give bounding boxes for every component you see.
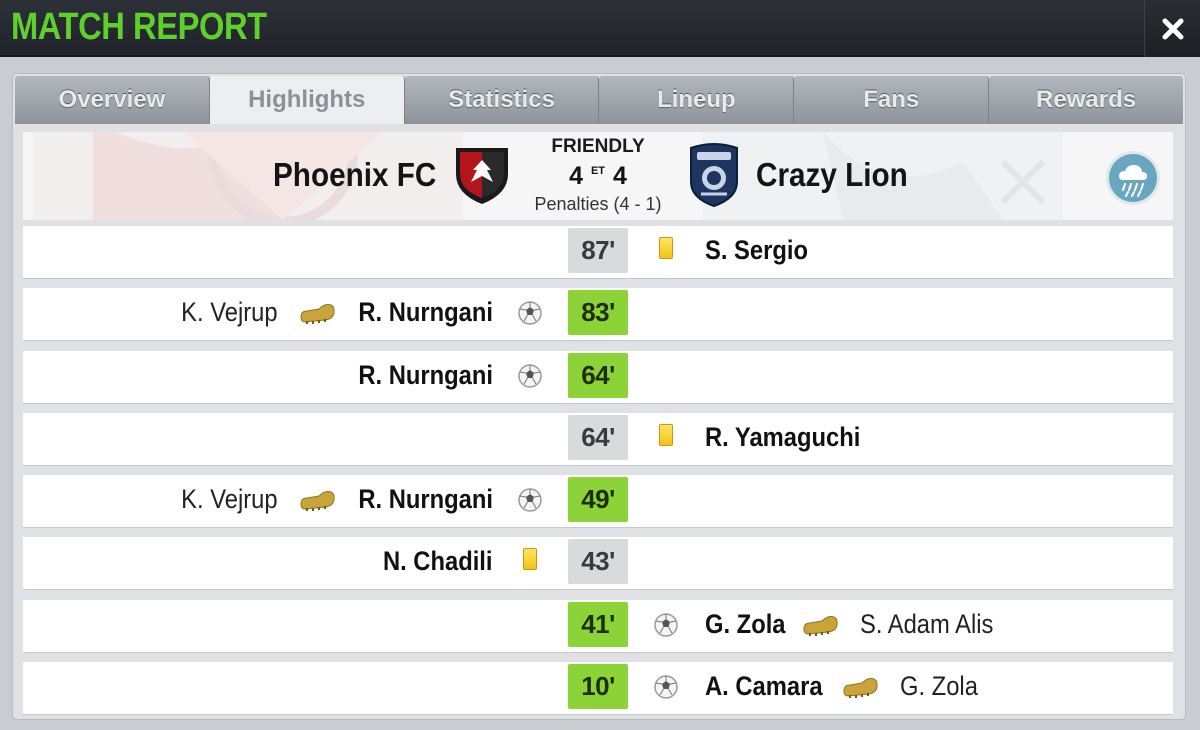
home-team-crest-icon — [456, 148, 508, 204]
match-type-label: FRIENDLY — [551, 136, 645, 157]
rain-cloud-icon — [1119, 165, 1147, 197]
event-player: R. Nurngani — [358, 297, 493, 328]
tab-bar: Overview Highlights Statistics Lineup Fa… — [15, 76, 1183, 124]
home-team-name: Phoenix FC — [273, 156, 437, 193]
extra-time-label: ET — [590, 165, 606, 177]
event-player: R. Yamaguchi — [705, 421, 861, 452]
event-player: G. Zola — [705, 608, 786, 639]
match-header: Phoenix FC FRIENDLY 4 ET 4 Penalties (4 … — [23, 132, 1173, 220]
boot-icon — [843, 678, 878, 699]
tab-statistics[interactable]: Statistics — [404, 76, 600, 124]
tab-overview[interactable]: Overview — [15, 76, 210, 124]
match-report-panel: Overview Highlights Statistics Lineup Fa… — [13, 74, 1185, 719]
event-minute: 10' — [568, 664, 628, 710]
title-bar: MATCH REPORT — [0, 0, 1200, 57]
tab-lineup[interactable]: Lineup — [599, 76, 795, 124]
close-button[interactable] — [1144, 0, 1200, 57]
yellow-card-icon — [659, 237, 673, 259]
football-icon — [518, 488, 542, 512]
tab-rewards[interactable]: Rewards — [989, 76, 1183, 124]
event-minute: 87' — [568, 228, 628, 273]
event-minute: 41' — [568, 601, 628, 647]
event-row: 87' S. Sergio — [23, 226, 1173, 278]
home-score: 4 — [569, 162, 584, 190]
highlights-content: Phoenix FC FRIENDLY 4 ET 4 Penalties (4 … — [23, 130, 1173, 715]
event-minute: 64' — [568, 414, 628, 460]
event-player: N. Chadili — [383, 546, 493, 577]
event-assist: K. Vejrup — [181, 484, 278, 515]
penalties-result: Penalties (4 - 1) — [534, 194, 662, 214]
football-icon — [654, 675, 678, 699]
tab-highlights[interactable]: Highlights — [209, 76, 405, 124]
event-minute: 83' — [568, 290, 628, 336]
event-row: 64' R. Yamaguchi — [23, 412, 1173, 465]
event-row: R. Nurngani 64' — [23, 350, 1173, 403]
away-team-crest-icon — [690, 143, 738, 208]
away-team-name: Crazy Lion — [756, 156, 908, 193]
yellow-card-icon — [523, 548, 537, 571]
score-line: 4 ET 4 — [523, 162, 673, 191]
event-player: S. Sergio — [705, 235, 808, 265]
event-row: 41' G. Zola S. Adam Alis — [23, 599, 1173, 652]
event-list: 87' S. Sergio K. Vejrup R. Nurngani 83' — [23, 226, 1173, 724]
football-icon — [654, 613, 678, 637]
event-minute: 43' — [568, 539, 628, 585]
weather-button[interactable] — [1109, 154, 1157, 202]
event-row: K. Vejrup R. Nurngani 49' — [23, 475, 1173, 528]
event-player: R. Nurngani — [358, 359, 493, 390]
boot-icon — [803, 615, 838, 636]
event-player: A. Camara — [705, 671, 823, 702]
football-icon — [518, 301, 542, 326]
event-assist: S. Adam Alis — [860, 608, 994, 639]
event-row: 10' A. Camara G. Zola — [23, 662, 1173, 715]
boot-icon — [300, 491, 335, 512]
football-icon — [518, 363, 542, 388]
event-assist: K. Vejrup — [181, 297, 278, 328]
event-row: K. Vejrup R. Nurngani 83' — [23, 288, 1173, 341]
boot-icon — [300, 304, 335, 325]
window-title: MATCH REPORT — [11, 6, 267, 48]
event-minute: 49' — [568, 477, 628, 523]
event-row: N. Chadili 43' — [23, 537, 1173, 590]
tab-fans[interactable]: Fans — [794, 76, 990, 124]
close-icon — [1162, 18, 1183, 39]
yellow-card-icon — [659, 423, 673, 446]
event-player: R. Nurngani — [358, 484, 493, 515]
event-minute: 64' — [568, 352, 628, 398]
away-score: 4 — [612, 162, 627, 190]
event-assist: G. Zola — [900, 671, 978, 702]
